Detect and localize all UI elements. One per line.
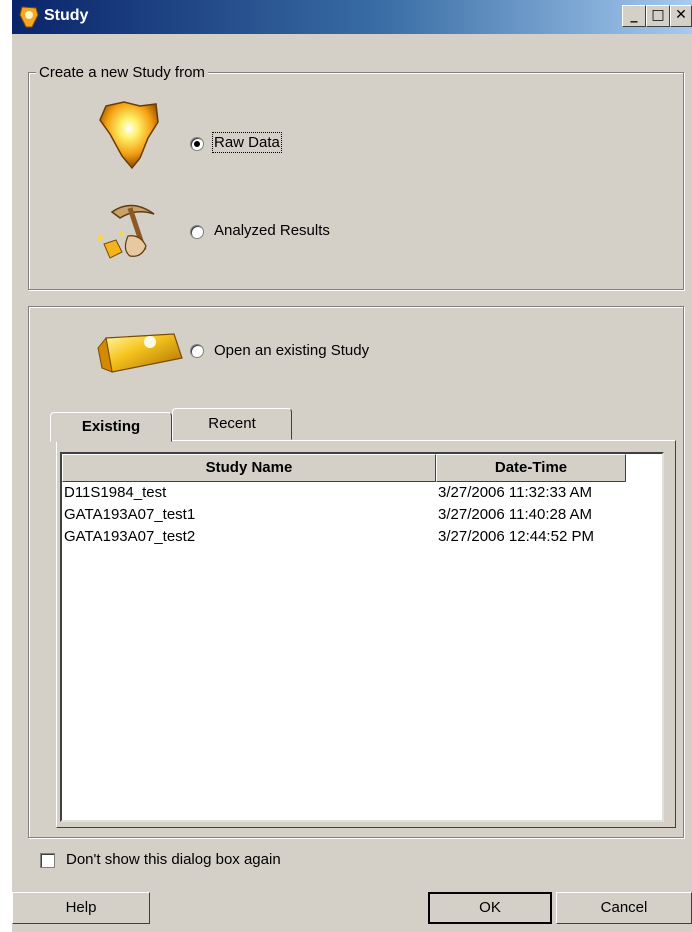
analyzed-results-radio[interactable] — [190, 225, 204, 239]
gold-nugget-icon — [99, 101, 159, 170]
gold-bar-icon — [97, 333, 183, 373]
minimize-button[interactable]: _ — [622, 5, 646, 27]
cancel-button[interactable]: Cancel — [556, 892, 692, 924]
date-time-cell: 3/27/2006 11:32:33 AM — [438, 484, 593, 501]
table-row[interactable]: D11S1984_test 3/27/2006 11:32:33 AM — [64, 484, 654, 506]
pickaxe-gold-icon — [97, 204, 155, 259]
table-row[interactable]: GATA193A07_test2 3/27/2006 12:44:52 PM — [64, 528, 654, 550]
open-existing-radio[interactable] — [190, 344, 204, 358]
analyzed-results-label[interactable]: Analyzed Results — [214, 222, 330, 239]
tab-recent-label: Recent — [208, 415, 256, 432]
dont-show-checkbox[interactable] — [40, 853, 55, 868]
study-dialog: Study _ □ ✕ Create a new Study from Raw … — [12, 0, 692, 932]
column-header-study-name[interactable]: Study Name — [62, 454, 436, 482]
close-button[interactable]: ✕ — [670, 5, 692, 27]
table-row[interactable]: GATA193A07_test1 3/27/2006 11:40:28 AM — [64, 506, 654, 528]
window-title: Study — [44, 7, 89, 24]
tab-existing[interactable]: Existing — [50, 412, 172, 442]
study-name-cell: GATA193A07_test1 — [64, 506, 196, 523]
title-bar[interactable]: Study _ □ ✕ — [12, 0, 692, 34]
date-time-cell: 3/27/2006 12:44:52 PM — [438, 528, 594, 545]
raw-data-label[interactable]: Raw Data — [212, 132, 282, 153]
help-button[interactable]: Help — [12, 892, 150, 924]
study-app-icon — [19, 6, 39, 28]
ok-button[interactable]: OK — [428, 892, 552, 924]
create-study-group-label: Create a new Study from — [36, 64, 208, 81]
tab-recent[interactable]: Recent — [172, 408, 292, 440]
raw-data-radio[interactable] — [190, 137, 204, 151]
column-header-date-time[interactable]: Date-Time — [436, 454, 626, 482]
maximize-button[interactable]: □ — [646, 5, 670, 27]
dont-show-label[interactable]: Don't show this dialog box again — [66, 851, 281, 868]
study-name-cell: D11S1984_test — [64, 484, 167, 501]
study-list[interactable]: Study Name Date-Time D11S1984_test 3/27/… — [60, 452, 664, 822]
date-time-cell: 3/27/2006 11:40:28 AM — [438, 506, 593, 523]
open-existing-label[interactable]: Open an existing Study — [214, 342, 369, 359]
study-name-cell: GATA193A07_test2 — [64, 528, 196, 545]
tab-existing-label: Existing — [81, 418, 141, 435]
